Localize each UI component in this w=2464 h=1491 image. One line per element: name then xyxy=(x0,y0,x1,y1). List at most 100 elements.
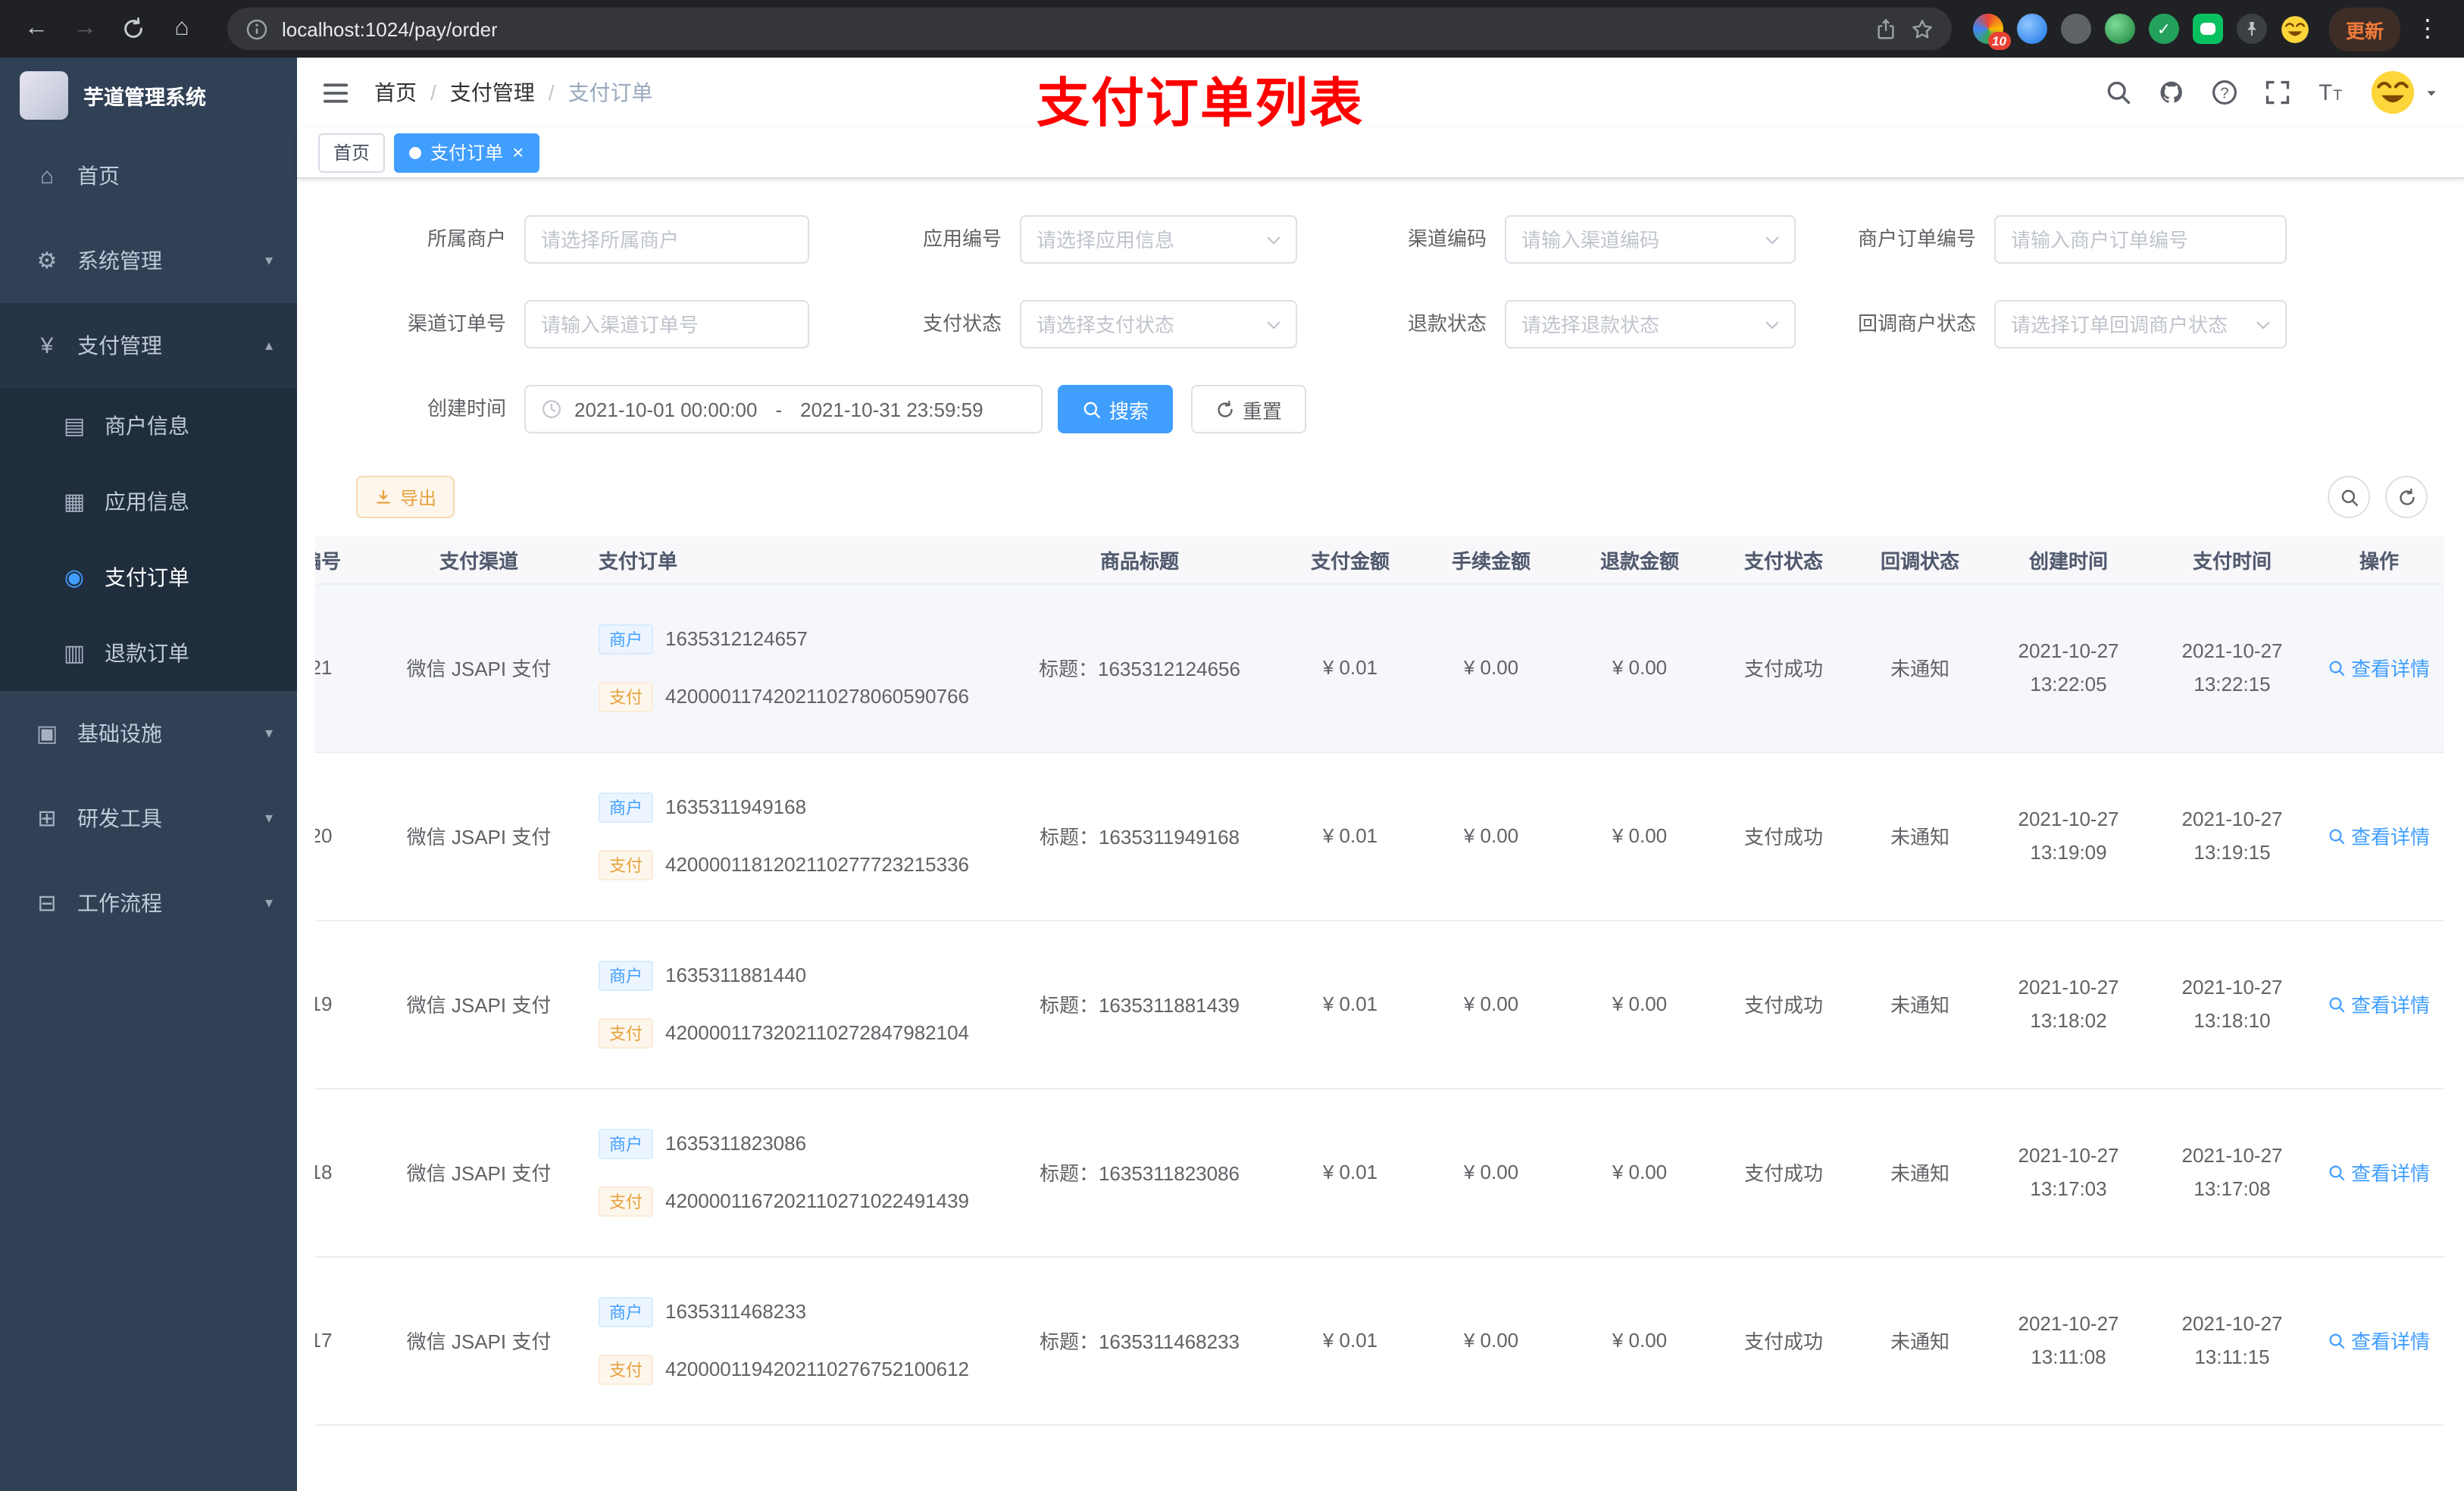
view-tab-pay-order[interactable]: 支付订单 × xyxy=(394,133,539,172)
browser-update-button[interactable]: 更新 xyxy=(2328,7,2400,51)
notify-status-select[interactable] xyxy=(1994,300,2287,349)
sidebar-item-pay-order[interactable]: ◉ 支付订单 xyxy=(0,539,297,615)
chevron-down-icon: ▾ xyxy=(264,895,273,911)
browser-menu-icon[interactable]: ⋮ xyxy=(2406,14,2449,44)
address-bar[interactable]: localhost:1024/pay/order xyxy=(227,8,1952,50)
avatar-caret-icon xyxy=(2423,84,2440,101)
sidebar-item-devtools[interactable]: ⊞ 研发工具 ▾ xyxy=(0,776,297,861)
cell-created: 2021-10-27 13:19:09 xyxy=(1987,752,2150,921)
fullscreen-icon[interactable] xyxy=(2264,79,2291,106)
colorful-extension-icon[interactable]: 10 xyxy=(1972,14,2011,50)
sidebar-item-label: 首页 xyxy=(77,164,120,188)
view-detail-link[interactable]: 查看详情 xyxy=(2328,1326,2430,1355)
sidebar-item-workflow[interactable]: ⊟ 工作流程 ▾ xyxy=(0,861,297,946)
github-icon[interactable] xyxy=(2158,79,2185,106)
chevron-down-icon xyxy=(1264,230,1284,249)
sidebar-item-label: 系统管理 xyxy=(77,248,162,273)
channel-code-field[interactable] xyxy=(1521,228,1779,251)
view-detail-link[interactable]: 查看详情 xyxy=(2328,1158,2430,1186)
cell-paid: 2021-10-27 13:18:10 xyxy=(2150,920,2314,1089)
app-no-select[interactable] xyxy=(1020,215,1297,264)
breadcrumb-home[interactable]: 首页 xyxy=(374,77,417,108)
sidebar-item-label: 商户信息 xyxy=(105,414,189,438)
check-extension-icon[interactable]: ✓ xyxy=(2148,14,2179,44)
sidebar-item-label: 支付订单 xyxy=(105,565,189,589)
merchant-tag: 商户 xyxy=(599,1296,653,1327)
breadcrumb-pay-manage[interactable]: 支付管理 xyxy=(450,77,535,108)
chevron-down-icon: ▾ xyxy=(264,810,273,827)
header-search-icon[interactable] xyxy=(2105,79,2132,106)
sidebar-item-merchant-info[interactable]: ▤ 商户信息 xyxy=(0,388,297,464)
pin-extension-icon[interactable] xyxy=(2236,14,2267,44)
search-icon xyxy=(1082,399,1102,419)
chevron-up-icon: ▴ xyxy=(264,337,273,354)
app-logo[interactable]: 芋道管理系统 xyxy=(0,58,297,133)
back-icon[interactable]: ← xyxy=(15,8,58,50)
chevron-down-icon xyxy=(1264,314,1284,334)
channel-order-no-field[interactable] xyxy=(541,313,793,336)
toggle-search-button[interactable] xyxy=(2328,476,2370,518)
user-avatar[interactable] xyxy=(2370,70,2440,115)
green-extension-icon[interactable] xyxy=(2104,14,2135,44)
tab-label: 首页 xyxy=(333,142,371,164)
channel-order-no-input[interactable] xyxy=(524,300,809,349)
drop-extension-icon[interactable] xyxy=(2016,14,2047,44)
reload-icon[interactable] xyxy=(112,8,155,50)
export-button[interactable]: 导出 xyxy=(356,476,455,518)
forward-icon[interactable]: → xyxy=(64,8,106,50)
merchant-field[interactable] xyxy=(541,228,793,251)
merchant-order-no-input[interactable] xyxy=(1994,215,2287,264)
yen-icon: ¥ xyxy=(40,333,54,358)
cell-created: 2021-10-27 13:17:03 xyxy=(1987,1088,2150,1257)
font-size-icon[interactable] xyxy=(2317,79,2344,106)
gray-extension-icon[interactable] xyxy=(2060,14,2091,44)
sidebar-toggle-icon[interactable] xyxy=(321,78,350,107)
refund-doc-icon: ▥ xyxy=(63,641,86,667)
refund-status-field[interactable] xyxy=(1521,313,1779,336)
notify-status-field[interactable] xyxy=(2011,313,2270,336)
view-tab-home[interactable]: 首页 xyxy=(318,133,386,172)
refresh-table-button[interactable] xyxy=(2385,476,2428,518)
merchant-order-no-field[interactable] xyxy=(2011,228,2270,251)
app-no-field[interactable] xyxy=(1037,228,1280,251)
pay-status-field[interactable] xyxy=(1037,313,1280,336)
view-detail-link[interactable]: 查看详情 xyxy=(2328,821,2430,850)
cell-created: 2021-10-27 13:11:08 xyxy=(1987,1256,2150,1425)
face-extension-icon[interactable] xyxy=(2281,14,2311,44)
home-icon: ⌂ xyxy=(39,163,55,189)
filter-row-1: 所属商户 应用编号 渠道编码 商户订单编号 xyxy=(315,215,2446,264)
share-icon[interactable] xyxy=(1875,17,1897,40)
browser-home-icon[interactable]: ⌂ xyxy=(161,8,203,50)
cell-paid: 2021-10-27 13:17:08 xyxy=(2150,1088,2314,1257)
chat-extension-icon[interactable] xyxy=(2192,14,2223,44)
site-info-icon[interactable] xyxy=(245,17,268,40)
merchant-input[interactable] xyxy=(524,215,809,264)
create-time-range-input[interactable]: 2021-10-01 00:00:00 - 2021-10-31 23:59:5… xyxy=(524,385,1043,433)
help-icon[interactable] xyxy=(2211,79,2238,106)
channel-order-no: 4200001181202110277723215336 xyxy=(665,853,970,876)
refund-status-select[interactable] xyxy=(1505,300,1796,349)
sidebar-item-app-info[interactable]: ▦ 应用信息 xyxy=(0,464,297,539)
view-detail-link[interactable]: 查看详情 xyxy=(2328,653,2430,682)
pay-tag: 支付 xyxy=(599,1354,653,1384)
sidebar-item-refund-order[interactable]: ▥ 退款订单 xyxy=(0,615,297,691)
app-title: 芋道管理系统 xyxy=(83,86,206,109)
cell-amount: ¥ 0.01 xyxy=(1284,752,1417,921)
view-detail-link[interactable]: 查看详情 xyxy=(2328,989,2430,1018)
bookmark-star-icon[interactable] xyxy=(1911,17,1934,40)
tab-label: 支付订单 xyxy=(430,142,504,164)
notify-status-label: 回调商户状态 xyxy=(1857,312,1976,335)
cell-channel: 微信 JSAPI 支付 xyxy=(374,752,583,921)
sidebar-item-system[interactable]: ⚙ 系统管理 ▾ xyxy=(0,218,297,303)
sidebar-item-payment[interactable]: ¥ 支付管理 ▴ xyxy=(0,303,297,388)
channel-code-select[interactable] xyxy=(1505,215,1796,264)
pay-status-select[interactable] xyxy=(1020,300,1297,349)
sidebar-item-infra[interactable]: ▣ 基础设施 ▾ xyxy=(0,691,297,776)
table-row: 21微信 JSAPI 支付商户 1635312124657 支付 4200001174… xyxy=(315,583,2444,752)
sidebar-item-home[interactable]: ⌂ 首页 xyxy=(0,133,297,218)
tab-close-icon[interactable]: × xyxy=(512,142,524,162)
cell-channel xyxy=(374,1424,583,1491)
reset-button[interactable]: 重置 xyxy=(1191,385,1307,433)
cell-channel: 微信 JSAPI 支付 xyxy=(374,583,583,752)
search-button[interactable]: 搜索 xyxy=(1058,385,1174,433)
